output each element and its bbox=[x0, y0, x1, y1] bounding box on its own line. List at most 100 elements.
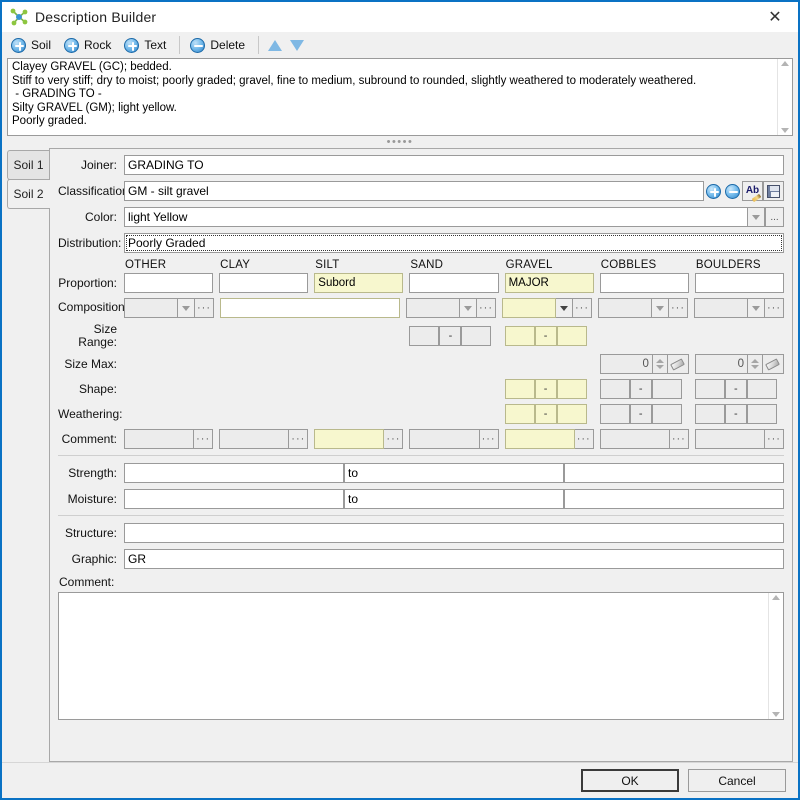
proportion-gravel-input[interactable] bbox=[504, 273, 594, 293]
move-up-button[interactable] bbox=[264, 34, 286, 56]
size-max-cobbles-input[interactable] bbox=[599, 354, 653, 375]
color-input[interactable] bbox=[124, 207, 748, 227]
shape-boulders-min[interactable] bbox=[694, 379, 725, 400]
comment-clay-input[interactable] bbox=[219, 429, 290, 450]
proportion-boulders-input[interactable] bbox=[694, 273, 784, 293]
splitter-handle[interactable]: ••••• bbox=[2, 136, 798, 148]
scroll-up-icon[interactable] bbox=[781, 61, 789, 66]
color-dropdown-button[interactable] bbox=[748, 207, 765, 227]
proportion-other-input[interactable] bbox=[124, 273, 214, 293]
strength-input[interactable] bbox=[124, 463, 344, 484]
moisture-joiner-input[interactable] bbox=[344, 489, 564, 510]
graphic-input[interactable] bbox=[124, 549, 784, 570]
composition-other-dropdown[interactable] bbox=[178, 298, 195, 318]
comment-cobbles-input[interactable] bbox=[599, 429, 670, 450]
composition-gravel-input[interactable] bbox=[502, 298, 556, 318]
comment-scrollbar[interactable] bbox=[768, 593, 783, 720]
composition-cobbles-dropdown[interactable] bbox=[652, 298, 669, 318]
comment-sand-input[interactable] bbox=[409, 429, 480, 450]
comment-textarea[interactable] bbox=[59, 593, 768, 720]
size-range-gravel-min[interactable] bbox=[504, 326, 535, 347]
structure-input[interactable] bbox=[124, 523, 784, 544]
comment-clay-ellipsis[interactable]: ··· bbox=[289, 429, 309, 450]
weathering-boulders-max[interactable] bbox=[746, 404, 777, 425]
weathering-cobbles-min[interactable] bbox=[599, 404, 630, 425]
scroll-down-icon[interactable] bbox=[772, 712, 780, 718]
rename-classification-button[interactable]: Ab bbox=[742, 181, 763, 203]
scroll-up-icon[interactable] bbox=[772, 595, 780, 601]
weathering-boulders-min[interactable] bbox=[694, 404, 725, 425]
composition-sand-dropdown[interactable] bbox=[460, 298, 477, 318]
composition-gravel-dropdown[interactable] bbox=[556, 298, 573, 318]
composition-boulders-ellipsis[interactable]: ··· bbox=[765, 298, 784, 318]
comment-cobbles-ellipsis[interactable]: ··· bbox=[669, 429, 689, 450]
proportion-clay-input[interactable] bbox=[219, 273, 309, 293]
strength-input-2[interactable] bbox=[564, 463, 784, 484]
composition-cobbles-input[interactable] bbox=[598, 298, 652, 318]
color-ellipsis-button[interactable]: ... bbox=[765, 207, 784, 227]
ok-button[interactable]: OK bbox=[581, 769, 679, 792]
tab-soil-2[interactable]: Soil 2 bbox=[7, 179, 50, 209]
add-rock-button[interactable]: Rock bbox=[59, 34, 119, 56]
description-scrollbar[interactable] bbox=[777, 59, 792, 135]
description-preview[interactable]: Clayey GRAVEL (GC); bedded. Stiff to ver… bbox=[7, 58, 793, 136]
add-classification-button[interactable] bbox=[704, 181, 723, 201]
proportion-cobbles-input[interactable] bbox=[599, 273, 689, 293]
remove-classification-button[interactable] bbox=[723, 181, 742, 201]
comment-silt-input[interactable] bbox=[314, 429, 385, 450]
add-text-button[interactable]: Text bbox=[119, 34, 174, 56]
scroll-down-icon[interactable] bbox=[781, 128, 789, 133]
shape-cobbles-min[interactable] bbox=[599, 379, 630, 400]
size-range-gravel: - bbox=[504, 326, 594, 347]
size-max-cobbles-clear-button[interactable] bbox=[667, 354, 689, 375]
joiner-input[interactable] bbox=[124, 155, 784, 175]
moisture-input[interactable] bbox=[124, 489, 344, 510]
composition-other-input[interactable] bbox=[124, 298, 178, 318]
close-icon[interactable]: ✕ bbox=[752, 2, 798, 32]
size-max-boulders-input[interactable] bbox=[694, 354, 748, 375]
comment-other-ellipsis[interactable]: ··· bbox=[194, 429, 214, 450]
shape-cobbles-max[interactable] bbox=[651, 379, 682, 400]
dialog-footer: OK Cancel bbox=[2, 762, 798, 798]
size-range-sand-min[interactable] bbox=[409, 326, 440, 347]
weathering-cobbles-max[interactable] bbox=[651, 404, 682, 425]
size-max-boulders-stepper[interactable] bbox=[747, 354, 763, 375]
composition-gravel-ellipsis[interactable]: ··· bbox=[573, 298, 592, 318]
shape-boulders-max[interactable] bbox=[746, 379, 777, 400]
comment-gravel-input[interactable] bbox=[504, 429, 575, 450]
comment-gravel-ellipsis[interactable]: ··· bbox=[574, 429, 594, 450]
classification-input[interactable] bbox=[124, 181, 704, 201]
tab-soil-1[interactable]: Soil 1 bbox=[7, 150, 49, 180]
move-down-button[interactable] bbox=[286, 34, 308, 56]
comment-other-input[interactable] bbox=[124, 429, 195, 450]
weathering-gravel-min[interactable] bbox=[504, 404, 535, 425]
strength-joiner-input[interactable] bbox=[344, 463, 564, 484]
comment-boulders-input[interactable] bbox=[694, 429, 765, 450]
weathering-gravel-max[interactable] bbox=[556, 404, 587, 425]
composition-boulders-input[interactable] bbox=[694, 298, 748, 318]
proportion-silt-input[interactable] bbox=[314, 273, 404, 293]
comment-boulders-ellipsis[interactable]: ··· bbox=[764, 429, 784, 450]
composition-boulders-dropdown[interactable] bbox=[748, 298, 765, 318]
composition-clay-silt-input[interactable] bbox=[220, 298, 400, 318]
chevron-down-icon bbox=[656, 305, 664, 311]
shape-gravel-min[interactable] bbox=[504, 379, 535, 400]
add-soil-button[interactable]: Soil bbox=[6, 34, 59, 56]
shape-gravel-max[interactable] bbox=[556, 379, 587, 400]
composition-sand-ellipsis[interactable]: ··· bbox=[477, 298, 496, 318]
moisture-input-2[interactable] bbox=[564, 489, 784, 510]
size-max-cobbles-stepper[interactable] bbox=[652, 354, 668, 375]
size-max-boulders-clear-button[interactable] bbox=[762, 354, 784, 375]
delete-button[interactable]: Delete bbox=[185, 34, 253, 56]
size-range-sand-max[interactable] bbox=[461, 326, 492, 347]
save-classification-button[interactable] bbox=[763, 181, 784, 201]
size-range-gravel-max[interactable] bbox=[556, 326, 587, 347]
composition-other-ellipsis[interactable]: ··· bbox=[195, 298, 214, 318]
composition-sand-input[interactable] bbox=[406, 298, 460, 318]
cancel-button[interactable]: Cancel bbox=[688, 769, 786, 792]
composition-cobbles-ellipsis[interactable]: ··· bbox=[669, 298, 688, 318]
distribution-input[interactable] bbox=[124, 233, 784, 253]
proportion-sand-input[interactable] bbox=[409, 273, 499, 293]
comment-sand-ellipsis[interactable]: ··· bbox=[479, 429, 499, 450]
comment-silt-ellipsis[interactable]: ··· bbox=[384, 429, 404, 450]
